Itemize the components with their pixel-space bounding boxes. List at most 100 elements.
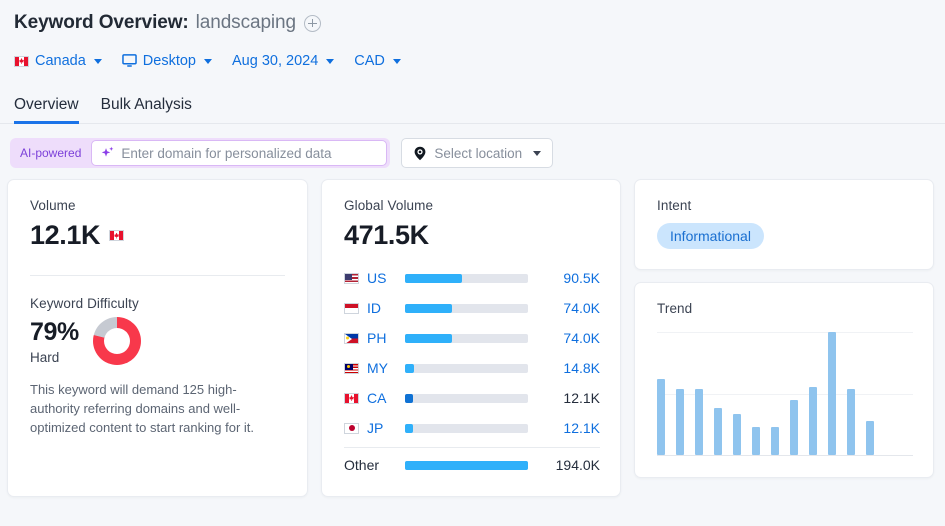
country-volume-value[interactable]: 12.1K — [542, 420, 600, 436]
other-value: 194.0K — [555, 457, 600, 474]
country-volume-value[interactable]: 74.0K — [542, 330, 600, 346]
chart-bar[interactable] — [866, 420, 874, 455]
location-select-label: Select location — [434, 145, 523, 161]
country-bar-track — [405, 363, 528, 373]
canada-flag-icon — [109, 230, 125, 242]
keyword-difficulty-label: Keyword Difficulty — [30, 296, 139, 312]
date-filter[interactable]: Aug 30, 2024 — [232, 53, 335, 69]
chart-bar[interactable] — [714, 408, 722, 455]
global-volume-value: 471.5K — [344, 220, 429, 250]
currency-filter-label: CAD — [354, 53, 385, 69]
chart-bar[interactable] — [733, 414, 741, 455]
global-volume-other-row: Other 194.0K — [344, 450, 600, 480]
chart-bar[interactable] — [657, 378, 665, 455]
chevron-down-icon — [326, 59, 335, 64]
country-code[interactable]: US — [367, 270, 395, 286]
country-code[interactable]: ID — [367, 300, 395, 316]
map-pin-icon — [414, 146, 426, 160]
ai-powered-domain-box: AI-powered — [10, 138, 391, 168]
country-bar-fill — [405, 423, 413, 433]
global-volume-row: MY 14.8K — [344, 353, 600, 383]
other-label: Other — [344, 457, 380, 474]
intent-label: Intent — [657, 198, 692, 213]
trend-bar-chart — [657, 332, 913, 456]
ca-flag-icon — [344, 392, 359, 404]
tab-bulk-analysis[interactable]: Bulk Analysis — [101, 96, 192, 124]
volume-value-row: 12.1K — [30, 220, 285, 251]
add-keyword-icon[interactable] — [303, 14, 321, 32]
global-volume-row: US 90.5K — [344, 263, 600, 293]
global-volume-row: ID 74.0K — [344, 293, 600, 323]
keyword-difficulty-donut-chart — [92, 317, 141, 366]
country-bar-fill — [405, 303, 452, 313]
personalization-bar: AI-powered Select location — [0, 138, 945, 168]
chevron-down-icon — [204, 59, 212, 64]
ph-flag-icon — [344, 332, 359, 344]
id-flag-icon — [344, 302, 359, 314]
metrics-grid: Volume 12.1K Keyword Difficulty 79% Hard… — [0, 179, 945, 497]
country-code[interactable]: MY — [367, 360, 395, 376]
keyword-difficulty-description: This keyword will demand 125 high-author… — [30, 382, 254, 435]
chart-bar[interactable] — [847, 388, 855, 455]
country-volume-value[interactable]: 74.0K — [542, 300, 600, 316]
intent-badge[interactable]: Informational — [657, 223, 764, 249]
chart-bar[interactable] — [695, 388, 703, 455]
card-divider — [30, 275, 285, 277]
page-title: Keyword Overview: landscaping — [14, 8, 931, 38]
tab-bar: Overview Bulk Analysis — [0, 92, 945, 124]
country-code[interactable]: CA — [367, 390, 395, 406]
country-volume-value: 12.1K — [563, 390, 600, 407]
global-volume-divider — [344, 447, 600, 449]
country-bar-fill — [405, 363, 415, 373]
country-bar-track — [405, 273, 528, 283]
country-bar-track — [405, 423, 528, 433]
canada-flag-icon — [14, 55, 29, 67]
filter-bar: Canada Desktop Aug 30, 2024 CAD — [14, 44, 931, 78]
country-bar-track — [405, 393, 528, 403]
my-flag-icon — [344, 362, 359, 374]
other-bar-track — [405, 460, 528, 470]
global-volume-row: PH 74.0K — [344, 323, 600, 353]
domain-input-wrapper[interactable] — [91, 140, 388, 166]
global-volume-country-list: US 90.5K ID 74.0K PH 74.0K MY 14.8K CA 12.1K JP 12.… — [344, 263, 600, 443]
chart-bar[interactable] — [771, 426, 779, 455]
desktop-icon — [122, 54, 137, 67]
global-volume-row: CA 12.1K — [344, 383, 600, 413]
country-filter[interactable]: Canada — [14, 53, 102, 69]
device-filter[interactable]: Desktop — [122, 53, 212, 69]
country-bar-track — [405, 303, 528, 313]
sparkle-icon — [102, 146, 114, 157]
chart-bar[interactable] — [828, 332, 836, 455]
domain-input[interactable] — [121, 145, 378, 161]
country-volume-value[interactable]: 90.5K — [542, 270, 600, 286]
country-filter-label: Canada — [35, 53, 86, 69]
keyword-difficulty-level: Hard — [30, 349, 60, 365]
chart-bars — [657, 332, 913, 455]
us-flag-icon — [344, 272, 359, 284]
trend-card: Trend — [634, 282, 934, 478]
chevron-down-icon — [93, 59, 102, 64]
date-filter-label: Aug 30, 2024 — [232, 53, 319, 69]
country-code[interactable]: PH — [367, 330, 395, 346]
middle-column: Global Volume 471.5K US 90.5K ID 74.0K PH 74.… — [321, 179, 621, 497]
keyword-difficulty-percent: 79% — [30, 317, 79, 346]
currency-filter[interactable]: CAD — [354, 53, 401, 69]
tab-overview[interactable]: Overview — [14, 96, 79, 124]
chart-bar[interactable] — [752, 426, 760, 455]
chart-bar[interactable] — [676, 388, 684, 455]
chart-baseline — [657, 455, 913, 456]
chart-bar[interactable] — [809, 387, 817, 455]
page-title-keyword: landscaping — [195, 12, 296, 33]
volume-value: 12.1K — [30, 220, 101, 250]
trend-label: Trend — [657, 301, 693, 316]
left-column: Volume 12.1K Keyword Difficulty 79% Hard… — [7, 179, 308, 497]
page-title-prefix: Keyword Overview: — [14, 12, 189, 33]
global-volume-row: JP 12.1K — [344, 413, 600, 443]
global-volume-label: Global Volume — [344, 198, 434, 213]
location-select[interactable]: Select location — [401, 138, 554, 168]
chevron-down-icon — [533, 150, 542, 156]
country-code[interactable]: JP — [367, 420, 395, 436]
chart-bar[interactable] — [790, 399, 798, 455]
right-column: Intent Informational Trend — [634, 179, 934, 478]
country-volume-value[interactable]: 14.8K — [542, 360, 600, 376]
